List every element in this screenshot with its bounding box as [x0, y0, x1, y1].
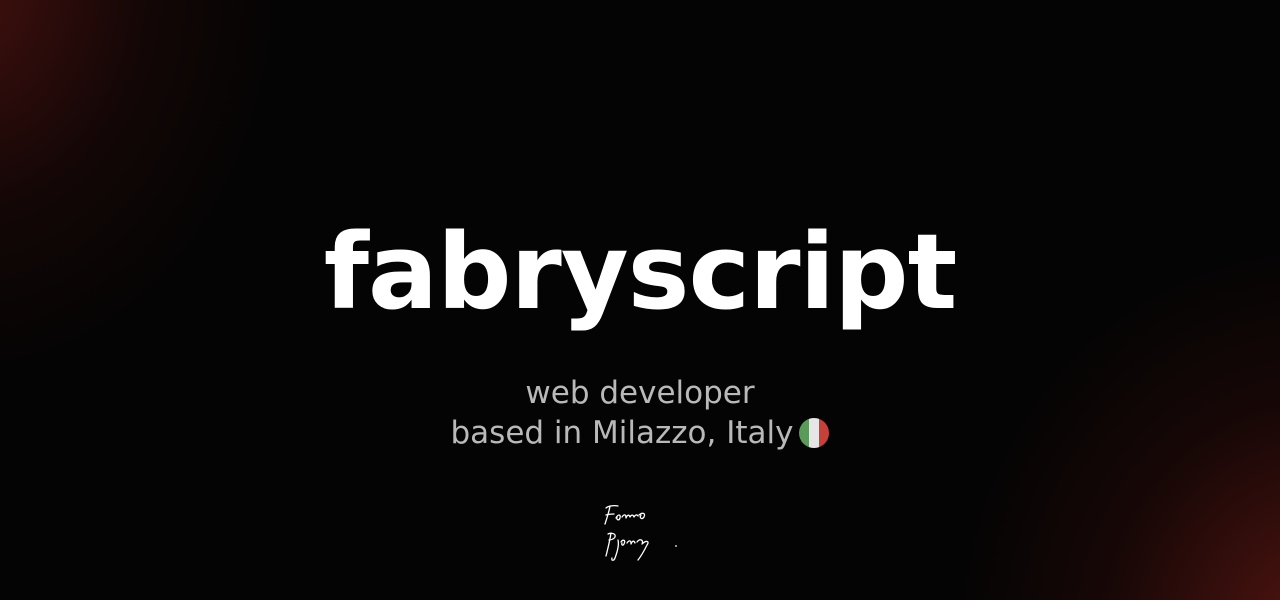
hero-section: fabryscript web developer based in Milaz…: [0, 0, 1280, 600]
tagline-role-text: web developer: [525, 375, 755, 411]
tagline-location: based in Milazzo, Italy: [0, 413, 1280, 453]
tagline-location-text: based in Milazzo, Italy: [450, 415, 794, 451]
signature-icon: [592, 500, 692, 566]
italy-flag-icon: [799, 418, 830, 448]
tagline-role: web developer: [0, 373, 1280, 413]
brand-title: fabryscript: [323, 211, 958, 333]
